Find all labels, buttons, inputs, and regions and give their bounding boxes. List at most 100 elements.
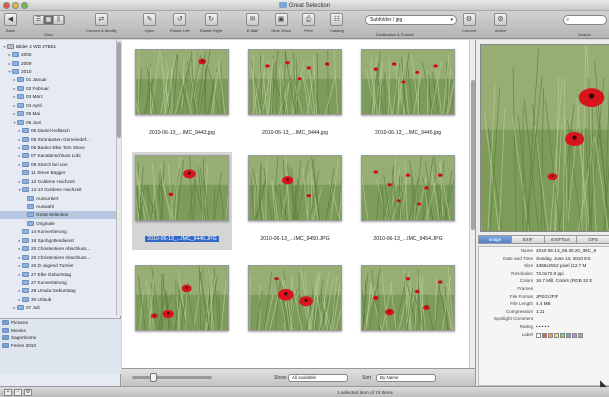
resize-grip-icon[interactable]: ◣ — [600, 378, 607, 389]
convert-modify-button[interactable]: ⇄ Convert & Modify — [86, 13, 117, 33]
thumbnail-image[interactable] — [361, 265, 455, 331]
tree-item[interactable]: ▾ Bilder 2 WD 2TB01 — [0, 42, 116, 50]
open-button[interactable]: ✎ Open — [143, 13, 156, 33]
label-color-swatch[interactable] — [566, 332, 571, 338]
sort-select[interactable]: By Name — [376, 374, 436, 382]
metadata-key: Resolution — [511, 270, 533, 276]
search-input[interactable]: ⌕ — [563, 15, 607, 25]
tree-item[interactable]: ▸ 26 D-Jugend Turnier — [0, 261, 116, 269]
tab-exif[interactable]: EXIF — [511, 235, 545, 244]
tree-item[interactable]: ▸ 30 Urlaub — [0, 295, 116, 303]
folder-icon — [12, 52, 19, 58]
destination-format-select[interactable]: Subfolder / jpg ▾ — [365, 15, 457, 25]
label-color-swatch[interactable] — [560, 332, 565, 338]
thumbnail-image[interactable] — [248, 155, 342, 221]
tree-item[interactable]: ▸ 12 Goldene Hochzeit — [0, 177, 116, 185]
sidebar-scrollbar[interactable] — [116, 40, 121, 316]
tree-item-label: 20 Christentiere Abschluss... — [31, 246, 91, 252]
tree-item[interactable]: Great Selection — [0, 210, 116, 220]
slideshow-button[interactable]: ▣ Slide Show — [271, 13, 291, 33]
tree-item-label: 01 Januar — [26, 77, 47, 83]
tree-item[interactable]: 14 Konvertierung — [0, 228, 116, 236]
metadata-row: Rating • • • • • — [479, 323, 609, 331]
rotate-left-button[interactable]: ↺ Rotate Left — [170, 13, 190, 33]
thumbnail-image[interactable] — [361, 49, 455, 115]
label-color-swatch[interactable] — [554, 332, 559, 338]
tree-item[interactable]: ▸ 28 Ursula Geburtstag — [0, 287, 116, 295]
label-color-swatch[interactable] — [536, 332, 541, 338]
grid-view-icon[interactable]: ▦ — [44, 16, 54, 24]
thumbnail-image[interactable] — [135, 155, 229, 221]
rating-stars[interactable]: • • • • • — [536, 323, 549, 331]
thumbnail-size-slider[interactable] — [132, 376, 212, 379]
thumbnail-size-knob[interactable] — [150, 373, 157, 382]
tree-item[interactable]: Originale — [0, 219, 116, 227]
thumbnail-image[interactable] — [248, 49, 342, 115]
tree-item[interactable]: ▸ 05 Daniel Kellasch — [0, 126, 116, 134]
label-color-swatch[interactable] — [572, 332, 577, 338]
convert-button[interactable]: ⚙ Convert — [462, 13, 476, 33]
thumbnail-image[interactable] — [361, 155, 455, 221]
tree-item[interactable]: Auswahl — [0, 202, 116, 210]
rotate-right-button[interactable]: ↻ Rotate Right — [200, 13, 222, 33]
tab-gps[interactable]: GPS — [577, 235, 609, 244]
action-button[interactable]: ⚙ Action — [494, 13, 507, 33]
tree-item[interactable]: ▸ 25 Christentiere Abschluss... — [0, 253, 116, 261]
favorite-item[interactable]: Movies — [0, 327, 121, 335]
tree-item[interactable]: ▸ 06 Baden Elke Tom Steve — [0, 143, 116, 151]
tree-item[interactable]: ▸ 08 Storch bei uns — [0, 160, 116, 168]
tree-item[interactable]: ▸ 05 Strönkarten Gemeindef... — [0, 135, 116, 143]
remove-favorite-button[interactable]: − — [14, 389, 22, 396]
thumbnail-image[interactable] — [135, 49, 229, 115]
tree-item[interactable]: ▸ 03 März — [0, 93, 116, 101]
favorite-item[interactable]: Ferien 2010 — [0, 342, 121, 350]
folder-icon — [22, 136, 29, 142]
tree-item[interactable]: 11 Steve Bagger — [0, 169, 116, 177]
tree-item[interactable]: ▸ 01 Januar — [0, 76, 116, 84]
view-mode-control[interactable]: ☰ ▦ ⫼ — [33, 15, 65, 25]
thumbnail-image[interactable] — [135, 265, 229, 331]
add-favorite-button[interactable]: + — [4, 389, 12, 396]
tree-item[interactable]: ▸ 02 Februar — [0, 84, 116, 92]
favorite-item[interactable]: Sagenhome — [0, 334, 121, 342]
sidebar-options-button[interactable]: ⚙ — [24, 389, 32, 396]
tree-item[interactable]: ▾ 2010 — [0, 67, 116, 75]
tree-item[interactable]: ▸ 20 Christentiere Abschluss... — [0, 245, 116, 253]
folder-icon — [17, 85, 24, 91]
tree-item[interactable]: ▸ 04 April — [0, 101, 116, 109]
tree-item[interactable]: ▸ 07 Kanalanschluss Lobi — [0, 152, 116, 160]
sidebar-scroll-thumb[interactable] — [117, 42, 121, 138]
show-filter-select[interactable]: All available — [288, 374, 348, 382]
favorite-item[interactable]: Pictures — [0, 319, 121, 327]
tree-item[interactable]: 27 Konvertierung — [0, 278, 116, 286]
catalog-button[interactable]: ☷ Catalog — [330, 13, 344, 33]
tree-item-label: 06 Baden Elke Tom Steve — [31, 144, 85, 150]
tab-image[interactable]: Image — [478, 235, 512, 244]
tree-item[interactable]: ▾ 12-13 Goldene Hochzeit — [0, 185, 116, 193]
tree-item-label: 03 März — [26, 94, 43, 100]
tree-item[interactable]: ▸ 18 Spohgottesdienst — [0, 236, 116, 244]
metadata-key: Frames — [517, 285, 533, 291]
label-color-picker[interactable] — [536, 332, 583, 339]
back-button[interactable]: ◀ Back — [4, 13, 17, 33]
favorite-item-label: Movies — [11, 327, 26, 333]
tree-item[interactable]: ▸ 2006 — [0, 50, 116, 58]
metadata-key: Size — [524, 263, 533, 269]
tree-item[interactable]: Aussortiert — [0, 194, 116, 202]
tab-exiftool[interactable]: EXIFTool — [544, 235, 578, 244]
tree-item[interactable]: ▸ 27 Elke Geburtstag — [0, 270, 116, 278]
label-color-swatch[interactable] — [578, 332, 583, 338]
print-button[interactable]: ⎙ Print — [302, 13, 315, 33]
thumbnail-image[interactable] — [248, 265, 342, 331]
metadata-value: 4368x2912 pixel (12.7 M — [536, 263, 587, 269]
tree-item[interactable]: ▸ 05 Mai — [0, 110, 116, 118]
favorite-item-label: Sagenhome — [11, 335, 37, 341]
tree-item[interactable]: ▸ 07 Juli — [0, 304, 116, 312]
tree-item[interactable]: ▸ 2009 — [0, 59, 116, 67]
columns-view-icon[interactable]: ⫼ — [54, 16, 64, 24]
tree-item[interactable]: ▾ 06 Juni — [0, 118, 116, 126]
list-view-icon[interactable]: ☰ — [34, 16, 44, 24]
label-color-swatch[interactable] — [542, 332, 547, 338]
email-button[interactable]: ✉ E-Mail — [246, 13, 259, 33]
label-color-swatch[interactable] — [548, 332, 553, 338]
